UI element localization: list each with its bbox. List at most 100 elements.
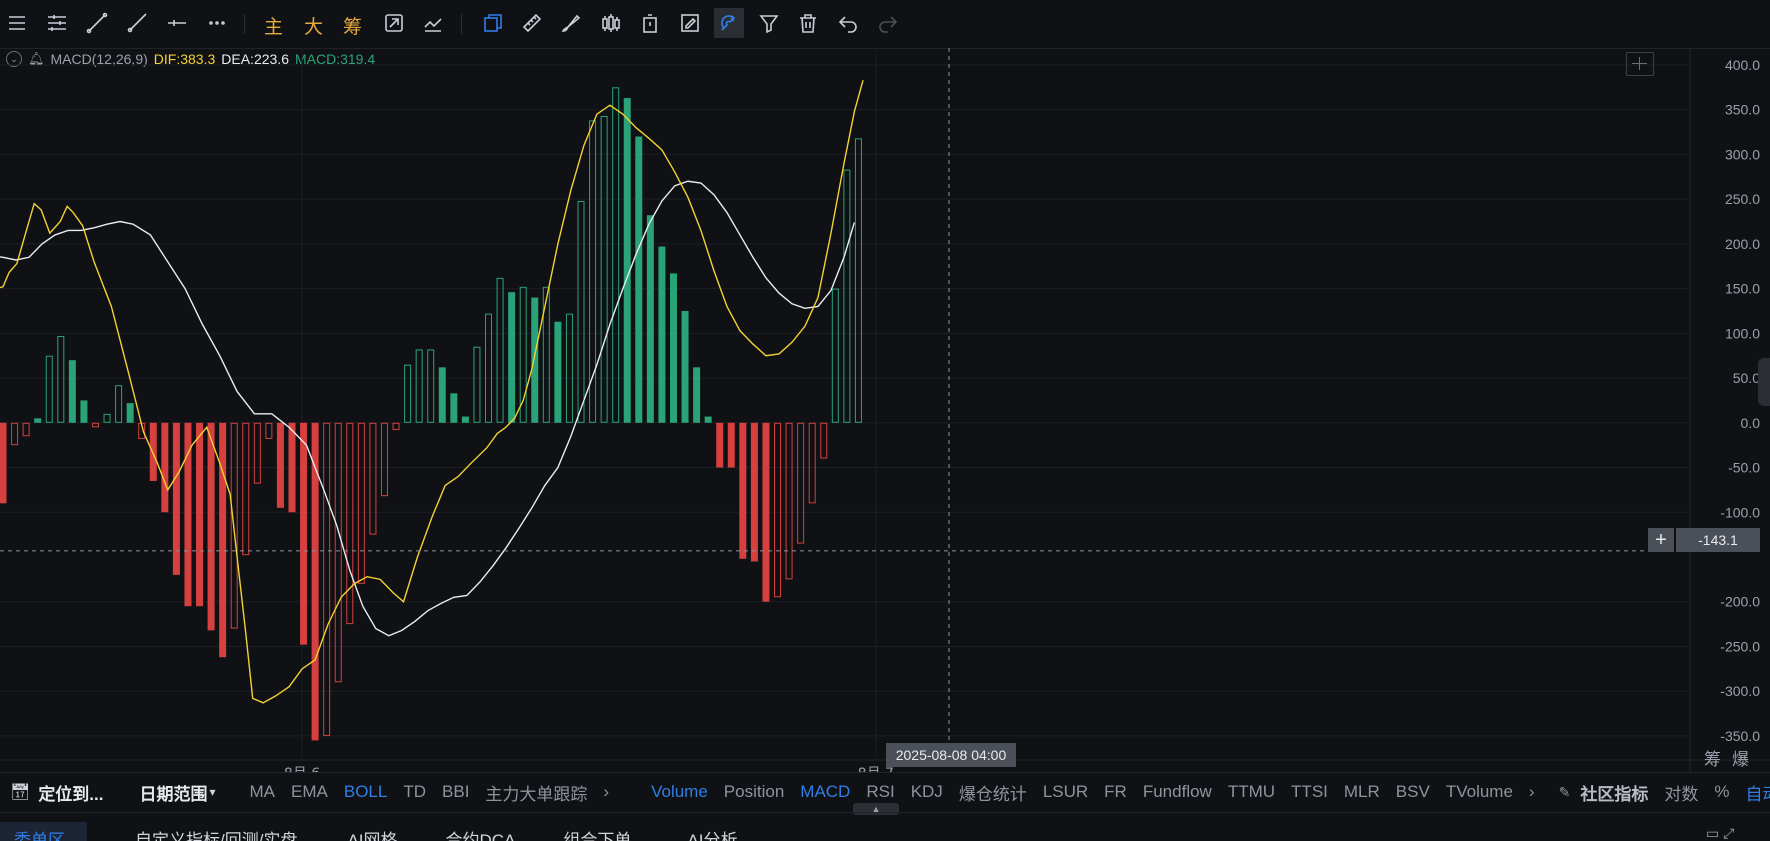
main-ind-ema[interactable]: EMA — [283, 782, 336, 802]
ruler-icon[interactable] — [517, 8, 547, 38]
filter-icon[interactable] — [754, 8, 784, 38]
tab-ai-analysis[interactable]: AI分析 — [653, 826, 759, 841]
chips-button[interactable]: 筹 — [343, 12, 362, 39]
tab-ai-grid[interactable]: AI网格 — [319, 826, 419, 841]
side-panel-handle[interactable] — [1758, 358, 1770, 406]
sub-ind-more-chevron[interactable]: › — [1521, 782, 1551, 802]
histogram-bar — [45, 355, 53, 423]
main-ind-td[interactable]: TD — [395, 782, 434, 802]
y-tick-label: -50.0 — [1728, 460, 1760, 476]
timer-icon[interactable] — [635, 8, 665, 38]
histogram-bar — [797, 422, 805, 544]
sub-ind-rsi[interactable]: RSI — [858, 782, 902, 802]
window-icons[interactable]: ▭ ⤢ — [1706, 825, 1734, 841]
replay-icon[interactable] — [379, 8, 409, 38]
histogram-bar — [80, 400, 88, 423]
histogram-bar — [762, 422, 770, 602]
main-ind-ma[interactable]: MA — [236, 782, 284, 802]
tab-combo-order[interactable]: 组合下单 — [537, 826, 653, 841]
histogram-bar — [68, 360, 76, 423]
sub-ind-bsv[interactable]: BSV — [1388, 782, 1438, 802]
auto-scale-button[interactable]: 自动 — [1737, 780, 1770, 805]
y-tick-label: 150.0 — [1725, 281, 1760, 297]
histogram-bar — [22, 422, 30, 437]
note-icon[interactable] — [675, 8, 705, 38]
redo-icon[interactable] — [873, 8, 903, 38]
main-force-button[interactable]: 主 — [264, 12, 283, 39]
sub-ind-fr[interactable]: FR — [1096, 782, 1135, 802]
menu-icon[interactable] — [2, 8, 32, 38]
histogram-bar — [242, 422, 250, 556]
add-alert-plus-icon[interactable]: + — [1648, 528, 1674, 552]
sub-ind-position[interactable]: Position — [716, 782, 792, 802]
horizontal-lines-icon[interactable] — [42, 8, 72, 38]
main-ind-boll[interactable]: BOLL — [336, 782, 395, 802]
community-indicators-button[interactable]: 社区指标 — [1572, 780, 1656, 805]
main-ind-more-chevron[interactable]: › — [595, 782, 631, 802]
histogram-bar — [496, 277, 504, 423]
sub-ind-ttsi[interactable]: TTSI — [1283, 782, 1336, 802]
histogram-bar — [219, 422, 227, 658]
liquidation-corner-button[interactable]: 爆 — [1732, 745, 1749, 770]
toolbar-divider — [244, 14, 245, 34]
axis-corner-icons: 筹 爆 — [1704, 745, 1749, 770]
histogram-bar — [427, 349, 435, 423]
toolbar-divider — [461, 14, 462, 34]
undo-icon[interactable] — [833, 8, 863, 38]
tab-contract-dca[interactable]: 合约DCA — [420, 826, 538, 841]
sub-ind-fundflow[interactable]: Fundflow — [1135, 782, 1220, 802]
trendline-icon[interactable] — [82, 8, 112, 38]
locate-button[interactable]: 定位到... — [32, 780, 117, 805]
sub-ind-lsur[interactable]: LSUR — [1035, 782, 1096, 802]
y-tick-label: 300.0 — [1725, 146, 1760, 162]
no-trade-icon[interactable] — [418, 8, 448, 38]
histogram-bar — [126, 403, 134, 423]
histogram-bar — [635, 136, 643, 423]
histogram-bar — [623, 98, 631, 423]
sub-ind-tvolume[interactable]: TVolume — [1438, 782, 1521, 802]
brush-icon[interactable] — [556, 8, 586, 38]
histogram-bar — [693, 367, 701, 423]
log-scale-button[interactable]: 对数 — [1656, 780, 1706, 805]
histogram-bar — [172, 422, 180, 575]
y-tick-label: -300.0 — [1720, 683, 1760, 699]
sub-ind-ttmu[interactable]: TTMU — [1220, 782, 1283, 802]
ray-icon[interactable] — [122, 8, 152, 38]
sub-ind-liquidation[interactable]: 爆仓统计 — [951, 780, 1035, 805]
histogram-bar — [485, 313, 493, 423]
maximize-pane-icon[interactable] — [1626, 52, 1654, 76]
large-order-button[interactable]: 大 — [304, 12, 323, 39]
layers-icon[interactable] — [478, 8, 508, 38]
drawing-toolbar: 主 大 筹 — [0, 0, 1770, 49]
magnet-icon[interactable] — [714, 8, 744, 38]
histogram-bar — [0, 422, 7, 504]
tab-custom-indicators[interactable]: 自定义指标/回测/实盘 — [87, 826, 319, 841]
histogram-bar — [207, 422, 215, 631]
histogram-bar — [565, 313, 573, 423]
community-edit-icon[interactable]: ✎ — [1551, 784, 1573, 801]
candles-icon[interactable] — [596, 8, 626, 38]
histogram-bar — [831, 288, 839, 423]
percent-scale-button[interactable]: % — [1706, 782, 1737, 802]
histogram-bar — [658, 246, 666, 423]
more-dots-icon[interactable] — [202, 8, 232, 38]
trash-icon[interactable] — [793, 8, 823, 38]
y-tick-label: 50.0 — [1733, 370, 1760, 386]
histogram-bar — [461, 416, 469, 423]
main-ind-bbi[interactable]: BBI — [434, 782, 477, 802]
locate-calendar-icon[interactable]: 📅︎ — [0, 782, 32, 802]
sub-ind-macd[interactable]: MACD — [792, 782, 858, 802]
macd-chart[interactable]: 400.0 350.0 300.0 250.0 200.0 150.0 100.0 50.0 0… — [0, 48, 1770, 772]
histogram-bar — [450, 393, 458, 423]
histogram-bar — [323, 422, 331, 736]
chips-corner-button[interactable]: 筹 — [1704, 745, 1721, 770]
main-ind-large-order[interactable]: 主力大单跟踪 — [477, 780, 595, 805]
horizontal-ray-icon[interactable] — [162, 8, 192, 38]
tab-orders[interactable]: 委单区 — [0, 822, 87, 841]
sub-ind-kdj[interactable]: KDJ — [903, 782, 951, 802]
sub-ind-mlr[interactable]: MLR — [1336, 782, 1388, 802]
date-range-chevron-icon[interactable]: ▾ — [209, 785, 227, 799]
date-range-button[interactable]: 日期范围 — [125, 780, 209, 805]
sub-ind-volume[interactable]: Volume — [639, 782, 716, 802]
y-tick-label: -250.0 — [1720, 638, 1760, 654]
